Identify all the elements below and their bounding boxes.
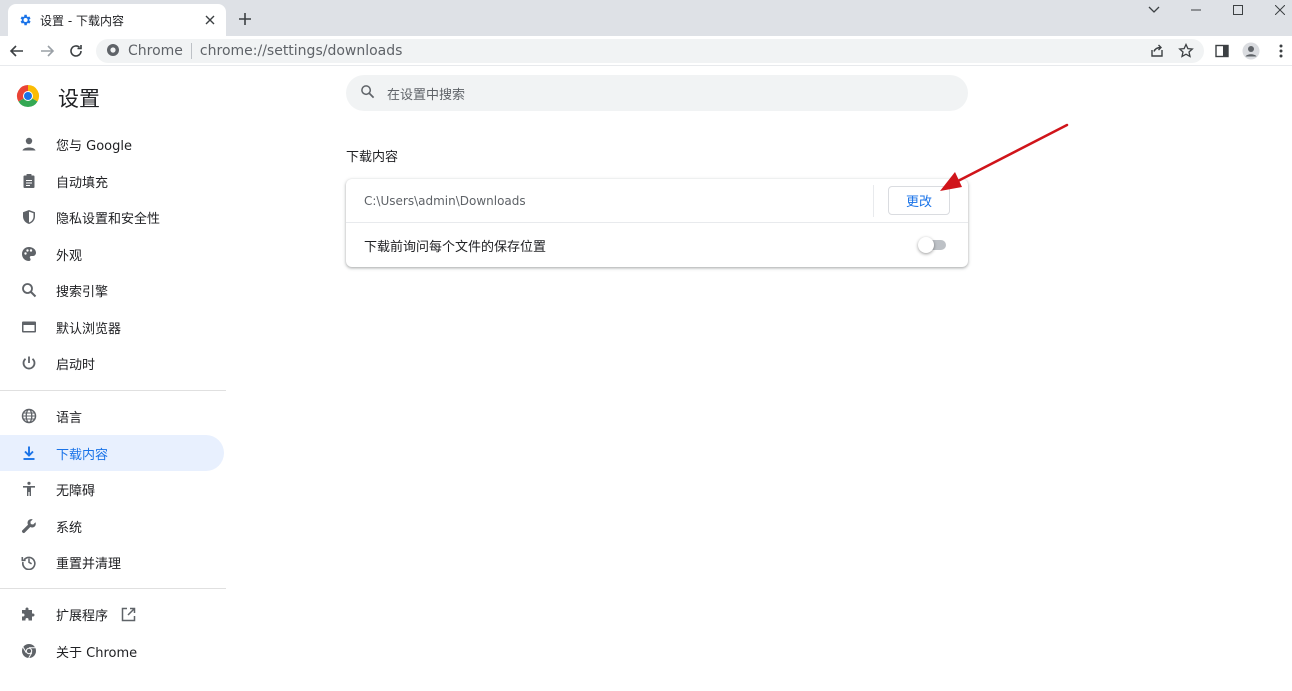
sidebar-item-label: 默认浏览器 bbox=[56, 321, 122, 337]
sidebar-item-appearance[interactable]: 外观 bbox=[0, 236, 224, 272]
sidebar-item-system[interactable]: 系统 bbox=[0, 508, 224, 544]
chrome-logo-icon bbox=[106, 42, 120, 61]
omnibox[interactable]: Chrome chrome://settings/downloads bbox=[96, 39, 1204, 63]
profile-avatar-icon[interactable] bbox=[1240, 40, 1262, 62]
tab-strip: 设置 - 下载内容 bbox=[0, 0, 1292, 36]
wrench-icon bbox=[20, 517, 38, 535]
puzzle-icon bbox=[20, 605, 38, 623]
shield-icon bbox=[20, 208, 38, 226]
side-panel-icon[interactable] bbox=[1211, 40, 1233, 62]
power-icon bbox=[20, 354, 38, 372]
omnibox-chip: Chrome bbox=[128, 43, 183, 59]
tab-search-chevron-icon[interactable] bbox=[1134, 0, 1174, 20]
sidebar-item-label: 关于 Chrome bbox=[56, 645, 138, 661]
reload-icon[interactable] bbox=[65, 40, 87, 62]
ask-where-to-save-label: 下载前询问每个文件的保存位置 bbox=[364, 239, 547, 255]
sidebar-item-about-chrome[interactable]: 关于 Chrome bbox=[0, 633, 224, 669]
window-close-icon[interactable] bbox=[1260, 0, 1292, 20]
settings-search-box[interactable]: 在设置中搜索 bbox=[346, 75, 968, 111]
maximize-icon[interactable] bbox=[1218, 0, 1258, 20]
browser-icon bbox=[20, 318, 38, 336]
settings-header: 设置 bbox=[16, 83, 100, 113]
sidebar-item-label: 下载内容 bbox=[56, 447, 109, 463]
forward-arrow-icon[interactable] bbox=[36, 40, 58, 62]
sidebar-item-label: 自动填充 bbox=[56, 175, 109, 191]
share-icon[interactable] bbox=[1146, 40, 1168, 62]
sidebar-divider bbox=[0, 588, 226, 589]
settings-title: 设置 bbox=[58, 87, 100, 111]
download-icon bbox=[20, 444, 38, 462]
sidebar-item-label: 您与 Google bbox=[56, 138, 132, 154]
accessibility-icon bbox=[20, 480, 38, 498]
search-input[interactable]: 在设置中搜索 bbox=[387, 84, 465, 103]
sidebar-item-label: 搜索引擎 bbox=[56, 284, 109, 300]
omnibox-separator bbox=[190, 43, 192, 59]
sidebar-item-default-browser[interactable]: 默认浏览器 bbox=[0, 309, 224, 345]
ask-where-to-save-row[interactable]: 下载前询问每个文件的保存位置 bbox=[346, 223, 968, 267]
ask-where-to-save-toggle[interactable] bbox=[918, 237, 948, 253]
toggle-knob bbox=[918, 237, 934, 253]
change-location-button[interactable]: 更改 bbox=[888, 186, 950, 215]
sidebar-item-search-engine[interactable]: 搜索引擎 bbox=[0, 272, 224, 308]
back-arrow-icon[interactable] bbox=[6, 40, 28, 62]
download-location-path: C:\Users\admin\Downloads bbox=[364, 193, 526, 208]
sidebar-item-label: 无障碍 bbox=[56, 483, 96, 499]
globe-icon bbox=[20, 407, 38, 425]
row-separator bbox=[873, 185, 874, 217]
sidebar-item-label: 启动时 bbox=[56, 357, 96, 373]
browser-tab-settings[interactable]: 设置 - 下载内容 bbox=[8, 4, 226, 36]
sidebar-item-reset[interactable]: 重置并清理 bbox=[0, 544, 224, 580]
sidebar-item-downloads[interactable]: 下载内容 bbox=[0, 435, 224, 471]
clipboard-icon bbox=[20, 172, 38, 190]
palette-icon bbox=[20, 245, 38, 263]
new-tab-icon[interactable] bbox=[234, 8, 256, 30]
sidebar-item-autofill[interactable]: 自动填充 bbox=[0, 163, 224, 199]
more-menu-icon[interactable] bbox=[1270, 40, 1292, 62]
settings-sidebar: 设置 您与 Google 自动填充 隐私设置和安全性 外观 搜索引擎 默认浏览器… bbox=[0, 67, 226, 691]
sidebar-item-label: 外观 bbox=[56, 248, 83, 264]
sidebar-item-privacy[interactable]: 隐私设置和安全性 bbox=[0, 199, 224, 235]
sidebar-item-label: 扩展程序 bbox=[56, 608, 109, 624]
sidebar-item-label: 系统 bbox=[56, 520, 83, 536]
minimize-icon[interactable] bbox=[1176, 0, 1216, 20]
sidebar-item-label: 语言 bbox=[56, 410, 83, 426]
sidebar-item-on-startup[interactable]: 启动时 bbox=[0, 345, 224, 381]
tab-title: 设置 - 下载内容 bbox=[40, 13, 124, 28]
sidebar-item-extensions[interactable]: 扩展程序 bbox=[0, 596, 224, 632]
gear-icon bbox=[18, 13, 32, 27]
search-icon bbox=[360, 84, 375, 103]
section-title-downloads: 下载内容 bbox=[346, 150, 399, 165]
open-in-new-icon bbox=[120, 606, 136, 622]
sidebar-divider bbox=[0, 390, 226, 391]
history-icon bbox=[20, 553, 38, 571]
browser-toolbar: Chrome chrome://settings/downloads bbox=[0, 36, 1292, 66]
chrome-icon bbox=[20, 642, 38, 660]
sidebar-item-accessibility[interactable]: 无障碍 bbox=[0, 471, 224, 507]
chrome-logo-icon bbox=[16, 84, 40, 112]
search-icon bbox=[20, 281, 38, 299]
sidebar-item-you-and-google[interactable]: 您与 Google bbox=[0, 126, 224, 162]
download-location-row: C:\Users\admin\Downloads 更改 bbox=[346, 179, 968, 223]
bookmark-star-icon[interactable] bbox=[1175, 40, 1197, 62]
sidebar-item-label: 重置并清理 bbox=[56, 556, 122, 572]
close-tab-icon[interactable] bbox=[202, 12, 218, 28]
downloads-settings-card: C:\Users\admin\Downloads 更改 下载前询问每个文件的保存… bbox=[346, 179, 968, 267]
sidebar-item-languages[interactable]: 语言 bbox=[0, 398, 224, 434]
omnibox-url[interactable]: chrome://settings/downloads bbox=[200, 43, 403, 59]
person-icon bbox=[20, 135, 38, 153]
sidebar-item-label: 隐私设置和安全性 bbox=[56, 211, 161, 227]
